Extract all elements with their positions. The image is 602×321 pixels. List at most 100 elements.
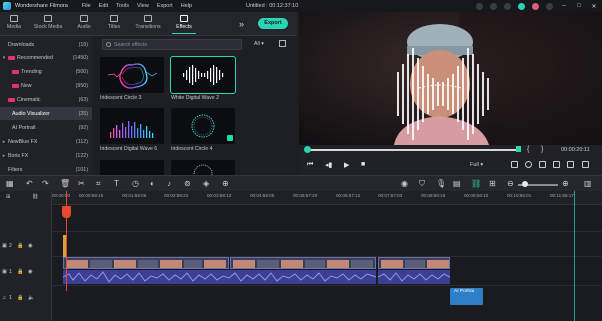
lock-icon[interactable]: 🔒	[17, 295, 23, 301]
video-clip[interactable]	[230, 257, 376, 269]
account-icon[interactable]	[490, 2, 497, 10]
mail-icon[interactable]	[504, 2, 511, 10]
render-preview-icon[interactable]: ◉	[401, 179, 408, 188]
fullscreen-icon[interactable]	[553, 161, 560, 168]
layout-icon[interactable]: ▦	[6, 179, 14, 188]
sidebar-item-downloads[interactable]: Downloads (19)	[0, 38, 92, 51]
lightbulb-icon[interactable]	[476, 2, 483, 10]
add-track-icon[interactable]: ⊞	[6, 194, 10, 200]
zoom-slider-handle[interactable]	[522, 181, 528, 187]
search-box[interactable]	[102, 39, 242, 50]
play-icon[interactable]: ▶	[344, 161, 349, 169]
redo-icon[interactable]: ↷	[42, 179, 49, 188]
video-clip[interactable]	[63, 257, 229, 269]
settings-icon[interactable]	[582, 161, 589, 168]
gift-icon[interactable]	[532, 2, 539, 10]
effect-thumb-partial[interactable]	[100, 160, 164, 175]
timeline[interactable]: 00:00:00 00:00:59:15 00:01:59:06 00:02:5…	[52, 191, 602, 321]
speed-icon[interactable]: ◷	[132, 179, 139, 188]
keyframe-icon[interactable]: ◈	[203, 179, 209, 188]
effect-thumb-iridescent-circle-4[interactable]	[171, 108, 235, 144]
sidebar-item-trending[interactable]: Trending (500)	[0, 65, 92, 78]
undo-icon[interactable]: ↶	[26, 179, 33, 188]
menu-edit[interactable]: Edit	[99, 3, 108, 9]
sidebar-item-ai-portrait[interactable]: AI Portrait (92)	[0, 121, 92, 134]
search-input[interactable]	[114, 41, 239, 49]
text-icon[interactable]: T	[114, 179, 119, 188]
preview-player[interactable]	[299, 12, 602, 145]
menu-tools[interactable]: Tools	[116, 3, 129, 9]
sidebar-item-audio-visualizer[interactable]: Audio Visualizer (25)	[0, 107, 92, 120]
cut-icon[interactable]: ✂	[78, 179, 85, 188]
frame-back-icon[interactable]: ◂▮	[325, 161, 332, 169]
download-icon[interactable]	[227, 135, 233, 141]
audio-adjust-icon[interactable]: ♪	[167, 179, 171, 188]
quality-dropdown[interactable]: Full ▾	[470, 162, 483, 168]
download-icon[interactable]	[546, 2, 553, 10]
snap-icon[interactable]: ⊞	[489, 179, 496, 188]
stop-icon[interactable]: ■	[361, 161, 365, 168]
tab-media[interactable]: Media	[0, 15, 28, 30]
marker-icon[interactable]: ⛉	[419, 179, 425, 189]
menu-view[interactable]: View	[137, 3, 149, 9]
visibility-icon[interactable]: ◉	[28, 269, 33, 275]
effect-thumb-iridescent-digital-wave-6[interactable]	[100, 108, 164, 144]
audio-waveform-clip[interactable]	[378, 270, 450, 284]
menu-file[interactable]: File	[82, 3, 91, 9]
tab-titles[interactable]: Titles	[100, 15, 128, 30]
render-icon[interactable]	[567, 161, 574, 168]
export-button[interactable]: Export	[258, 18, 288, 29]
time-ruler[interactable]: 00:00:00 00:00:59:15 00:01:59:06 00:02:5…	[52, 191, 602, 205]
sidebar-item-new[interactable]: New (950)	[0, 79, 92, 92]
audio-waveform-clip[interactable]	[63, 270, 376, 284]
voiceover-icon[interactable]: ▤	[453, 179, 461, 188]
mute-icon[interactable]: 🔈	[28, 295, 34, 301]
sidebar-item-boris-fx[interactable]: ▸ Boris FX (122)	[0, 149, 92, 162]
mark-in-icon[interactable]: {	[527, 146, 529, 153]
tab-transitions[interactable]: Transitions	[132, 15, 164, 30]
scrubber-handle[interactable]	[304, 146, 311, 153]
menu-help[interactable]: Help	[181, 3, 192, 9]
expand-panel-icon[interactable]: »	[239, 19, 244, 29]
zoom-out-icon[interactable]: ⊖	[507, 179, 514, 188]
preview-scrubber[interactable]	[307, 149, 519, 151]
playhead-handle[interactable]	[62, 206, 71, 218]
mark-out-icon[interactable]: }	[541, 146, 543, 153]
snapshot-icon[interactable]	[525, 161, 532, 168]
zoom-in-icon[interactable]: ⊕	[562, 179, 569, 188]
step-back-icon[interactable]: ⏮	[307, 161, 313, 169]
lock-icon[interactable]: 🔒	[17, 243, 23, 249]
auto-ripple-icon[interactable]: ⛓	[471, 179, 481, 188]
sidebar-item-newblue-fx[interactable]: ▸ NewBlue FX (112)	[0, 135, 92, 148]
microphone-icon[interactable]: 🎙	[436, 179, 446, 188]
sidebar-item-recommended[interactable]: ▾ Recommended (1450)	[0, 51, 92, 64]
visibility-icon[interactable]: ◉	[28, 243, 33, 249]
effect-thumb-partial[interactable]	[171, 160, 235, 175]
sidebar-item-cinematic[interactable]: Cinematic (63)	[0, 93, 92, 106]
stabilize-icon[interactable]: ⊚	[184, 179, 191, 188]
video-clip[interactable]	[378, 257, 450, 269]
timeline-settings-icon[interactable]: ▥	[584, 179, 592, 188]
link-icon[interactable]: ⛓	[32, 194, 39, 200]
effect-thumb-iridescent-circle-3[interactable]	[100, 57, 164, 93]
effect-thumb-white-digital-wave-2[interactable]	[170, 56, 236, 94]
minimize-icon[interactable]: –	[560, 3, 568, 9]
motion-tracking-icon[interactable]: ⊕	[222, 179, 229, 188]
grid-view-icon[interactable]	[279, 40, 286, 47]
save-cloud-icon[interactable]	[518, 2, 525, 10]
delete-icon[interactable]: 🗑	[60, 179, 70, 188]
color-icon[interactable]: ◐	[150, 179, 155, 188]
menu-export[interactable]: Export	[157, 3, 173, 9]
display-icon[interactable]	[511, 161, 518, 168]
lock-icon[interactable]: 🔒	[17, 269, 23, 275]
close-icon[interactable]: ✕	[590, 3, 598, 10]
crop-icon[interactable]: ⌗	[96, 179, 101, 189]
tab-effects[interactable]: Effects	[170, 15, 198, 34]
tab-stock-media[interactable]: Stock Media	[32, 15, 64, 30]
scrubber-end-marker[interactable]	[516, 146, 521, 152]
maximize-icon[interactable]: □	[575, 3, 583, 9]
volume-icon[interactable]	[539, 161, 546, 168]
sidebar-item-label: Cinematic	[17, 96, 41, 103]
tab-audio[interactable]: Audio	[70, 15, 98, 30]
filter-dropdown[interactable]: All ▾	[254, 41, 264, 47]
